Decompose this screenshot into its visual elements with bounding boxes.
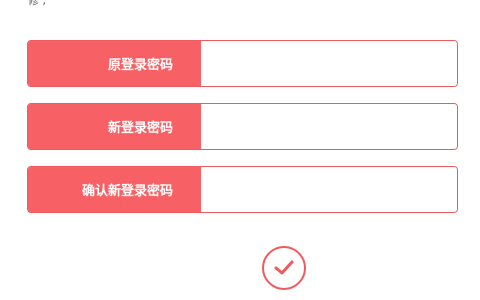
check-icon <box>274 260 294 275</box>
new-password-row: 新登录密码 <box>27 103 458 150</box>
old-password-row: 原登录密码 <box>27 40 458 87</box>
page-header-text: 修 , <box>28 0 46 7</box>
new-password-label: 新登录密码 <box>28 104 201 149</box>
confirm-password-label: 确认新登录密码 <box>28 167 201 212</box>
old-password-input[interactable] <box>201 41 457 86</box>
confirm-button[interactable] <box>262 246 306 290</box>
old-password-label: 原登录密码 <box>28 41 201 86</box>
confirm-password-input[interactable] <box>201 167 457 212</box>
confirm-password-row: 确认新登录密码 <box>27 166 458 213</box>
new-password-input[interactable] <box>201 104 457 149</box>
